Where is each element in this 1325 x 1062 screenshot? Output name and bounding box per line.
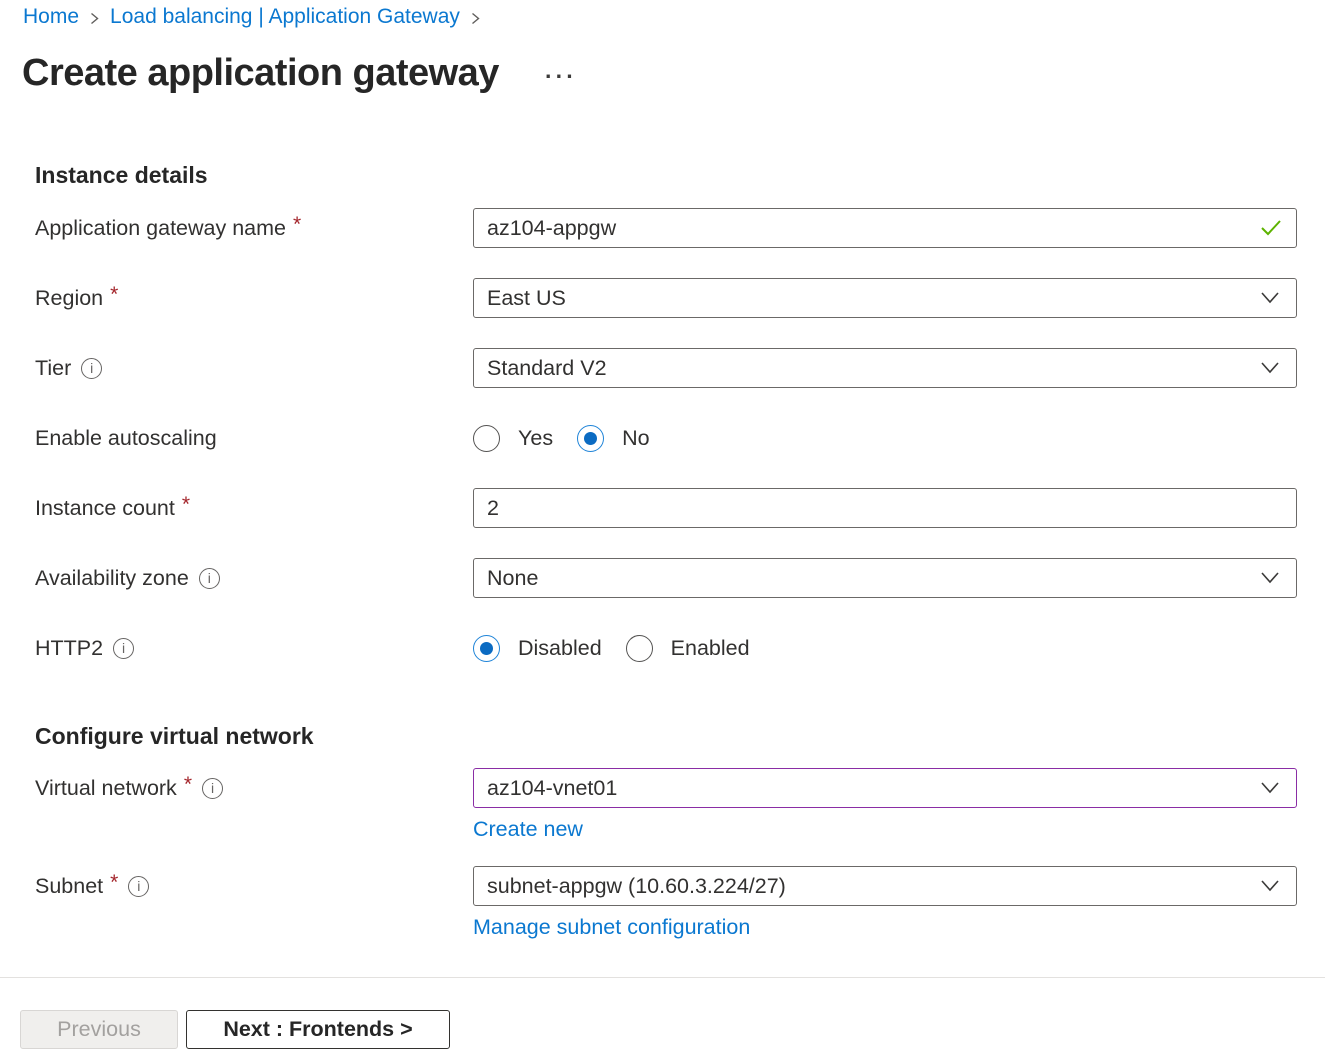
enable-autoscaling-label: Enable autoscaling bbox=[35, 418, 473, 458]
region-label-text: Region bbox=[35, 278, 103, 318]
availability-zone-select[interactable]: None bbox=[473, 558, 1297, 598]
chevron-down-icon bbox=[1258, 878, 1282, 894]
required-asterisk: * bbox=[182, 485, 190, 525]
http2-radio-enabled[interactable]: Enabled bbox=[626, 635, 750, 662]
radio-circle-icon bbox=[626, 635, 653, 662]
app-gateway-name-label-text: Application gateway name bbox=[35, 208, 286, 248]
required-asterisk: * bbox=[110, 275, 118, 315]
section-heading-instance-details: Instance details bbox=[35, 161, 1297, 189]
previous-button[interactable]: Previous bbox=[20, 1010, 178, 1049]
breadcrumb-separator-icon bbox=[469, 11, 482, 26]
chevron-down-icon bbox=[1258, 780, 1282, 796]
availability-zone-selected-value: None bbox=[487, 566, 538, 591]
http2-label: HTTP2 bbox=[35, 628, 473, 668]
radio-label: Yes bbox=[518, 426, 553, 451]
breadcrumb: Home Load balancing | Application Gatewa… bbox=[23, 5, 482, 29]
subnet-label: Subnet * bbox=[35, 866, 473, 906]
field-row-virtual-network: Virtual network * az104-vnet01 Create ne… bbox=[35, 768, 1297, 842]
autoscaling-radio-yes[interactable]: Yes bbox=[473, 425, 553, 452]
region-select[interactable]: East US bbox=[473, 278, 1297, 318]
info-icon[interactable] bbox=[113, 638, 134, 659]
http2-radio-disabled[interactable]: Disabled bbox=[473, 635, 602, 662]
autoscaling-radio-no[interactable]: No bbox=[577, 425, 649, 452]
required-asterisk: * bbox=[110, 863, 118, 903]
instance-count-label: Instance count * bbox=[35, 488, 473, 528]
chevron-down-icon bbox=[1258, 290, 1282, 306]
field-row-http2: HTTP2 Disabled Enabled bbox=[35, 628, 1297, 668]
chevron-down-icon bbox=[1258, 570, 1282, 586]
tier-label: Tier bbox=[35, 348, 473, 388]
field-row-availability-zone: Availability zone None bbox=[35, 558, 1297, 598]
field-row-enable-autoscaling: Enable autoscaling Yes No bbox=[35, 418, 1297, 458]
radio-circle-icon bbox=[473, 425, 500, 452]
field-row-region: Region * East US bbox=[35, 278, 1297, 318]
valid-checkmark-icon bbox=[1259, 218, 1284, 238]
required-asterisk: * bbox=[293, 205, 301, 245]
virtual-network-label: Virtual network * bbox=[35, 768, 473, 808]
create-new-link[interactable]: Create new bbox=[473, 816, 583, 842]
radio-label: No bbox=[622, 426, 649, 451]
autoscaling-radio-group: Yes No bbox=[473, 418, 1297, 458]
field-row-app-gateway-name: Application gateway name * bbox=[35, 208, 1297, 248]
region-label: Region * bbox=[35, 278, 473, 318]
section-heading-configure-virtual-network: Configure virtual network bbox=[35, 722, 1297, 750]
virtual-network-select[interactable]: az104-vnet01 bbox=[473, 768, 1297, 808]
chevron-down-icon bbox=[1258, 360, 1282, 376]
enable-autoscaling-label-text: Enable autoscaling bbox=[35, 418, 217, 458]
radio-circle-selected-icon bbox=[577, 425, 604, 452]
virtual-network-selected-value: az104-vnet01 bbox=[487, 776, 617, 801]
footer-divider bbox=[0, 977, 1325, 978]
more-options-button[interactable]: ··· bbox=[545, 66, 577, 86]
virtual-network-label-text: Virtual network bbox=[35, 768, 177, 808]
field-row-instance-count: Instance count * bbox=[35, 488, 1297, 528]
subnet-select[interactable]: subnet-appgw (10.60.3.224/27) bbox=[473, 866, 1297, 906]
manage-subnet-configuration-link[interactable]: Manage subnet configuration bbox=[473, 914, 750, 940]
tier-select[interactable]: Standard V2 bbox=[473, 348, 1297, 388]
next-button[interactable]: Next : Frontends > bbox=[186, 1010, 450, 1049]
info-icon[interactable] bbox=[199, 568, 220, 589]
page-header: Create application gateway ··· bbox=[22, 49, 577, 97]
breadcrumb-link-home[interactable]: Home bbox=[23, 5, 79, 29]
subnet-selected-value: subnet-appgw (10.60.3.224/27) bbox=[487, 874, 786, 899]
availability-zone-label: Availability zone bbox=[35, 558, 473, 598]
field-row-subnet: Subnet * subnet-appgw (10.60.3.224/27) M… bbox=[35, 866, 1297, 940]
page-title: Create application gateway bbox=[22, 49, 499, 97]
subnet-label-text: Subnet bbox=[35, 866, 103, 906]
app-gateway-name-label: Application gateway name * bbox=[35, 208, 473, 248]
radio-circle-selected-icon bbox=[473, 635, 500, 662]
http2-radio-group: Disabled Enabled bbox=[473, 628, 1297, 668]
availability-zone-label-text: Availability zone bbox=[35, 558, 189, 598]
breadcrumb-link-load-balancing[interactable]: Load balancing | Application Gateway bbox=[110, 5, 460, 29]
instance-count-input[interactable] bbox=[473, 488, 1297, 528]
tier-label-text: Tier bbox=[35, 348, 71, 388]
app-gateway-name-input[interactable] bbox=[473, 208, 1297, 248]
footer-buttons: Previous Next : Frontends > bbox=[20, 1010, 450, 1049]
region-selected-value: East US bbox=[487, 286, 566, 311]
required-asterisk: * bbox=[184, 765, 192, 805]
info-icon[interactable] bbox=[202, 778, 223, 799]
instance-count-label-text: Instance count bbox=[35, 488, 175, 528]
info-icon[interactable] bbox=[128, 876, 149, 897]
http2-label-text: HTTP2 bbox=[35, 628, 103, 668]
radio-label: Enabled bbox=[671, 636, 750, 661]
breadcrumb-separator-icon bbox=[88, 11, 101, 26]
create-appgw-form: Instance details Application gateway nam… bbox=[35, 161, 1297, 940]
tier-selected-value: Standard V2 bbox=[487, 356, 607, 381]
radio-label: Disabled bbox=[518, 636, 602, 661]
info-icon[interactable] bbox=[81, 358, 102, 379]
field-row-tier: Tier Standard V2 bbox=[35, 348, 1297, 388]
